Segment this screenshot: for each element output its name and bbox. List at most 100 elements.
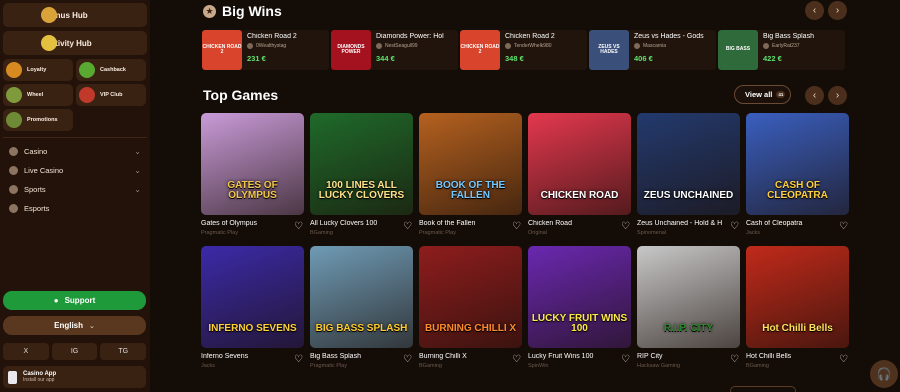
game-card[interactable]: LUCKY FRUIT WINS 100 Lucky Fruit Wins 10… <box>528 246 631 374</box>
game-card[interactable]: CHICKEN ROAD Chicken Road Original ♡ <box>528 113 631 241</box>
wheel-tile[interactable]: Wheel <box>3 84 73 106</box>
heart-icon[interactable]: ♡ <box>403 221 412 232</box>
cashback-tile[interactable]: Cashback <box>76 59 146 81</box>
chevron-down-icon: ⌄ <box>89 322 95 330</box>
game-provider: Jacks <box>201 363 216 369</box>
bonus-hub-button[interactable]: Bonus Hub <box>3 3 147 27</box>
chevron-down-icon: ⌄ <box>134 146 141 156</box>
next-arrow-button[interactable]: › <box>828 1 847 20</box>
win-amount: 406 € <box>634 54 653 63</box>
big-win-card[interactable]: CHICKEN ROAD 2 Chicken Road 2 TenderWhel… <box>460 30 587 70</box>
win-username: NestSeagull99 <box>385 43 418 49</box>
view-all-button[interactable]: View all 41 <box>734 85 792 104</box>
vip-club-tile[interactable]: VIP Club <box>76 84 146 106</box>
nav-casino[interactable]: Casino ⌄ <box>3 142 147 160</box>
game-image[interactable]: CHICKEN ROAD <box>528 113 631 215</box>
win-game-name: Zeus vs Hades - Gods <box>634 33 704 40</box>
headset-support-button[interactable]: 🎧 <box>870 360 898 388</box>
win-game-name: Chicken Road 2 <box>505 33 555 40</box>
top-games-grid: GATES OF OLYMPUS Gates of Olympus Pragma… <box>201 113 849 374</box>
game-provider: Spinomenal <box>637 230 667 236</box>
game-card[interactable]: R.I.P. CITY RIP City Hacksaw Gaming ♡ <box>637 246 740 374</box>
game-image[interactable]: BIG BASS SPLASH <box>310 246 413 348</box>
promotions-tile[interactable]: Promotions <box>3 109 73 131</box>
support-label: Support <box>64 296 96 305</box>
nav-sports-label: Sports <box>24 184 46 194</box>
nav-sports[interactable]: Sports ⌄ <box>3 180 147 198</box>
activity-hub-button[interactable]: Activity Hub <box>3 31 147 55</box>
nav-live-casino-label: Live Casino <box>24 165 64 175</box>
heart-icon[interactable]: ♡ <box>730 354 739 365</box>
heart-icon[interactable]: ♡ <box>512 354 521 365</box>
game-provider: Pragmatic Play <box>310 363 347 369</box>
game-title: Cash of Cleopatra <box>746 220 803 227</box>
game-logo: BURNING CHILLI X <box>424 323 517 334</box>
game-image[interactable]: ZEUS UNCHAINED <box>637 113 740 215</box>
nav-esports-label: Esports <box>24 203 50 213</box>
game-card[interactable]: CASH OF CLEOPATRA Cash of Cleopatra Jack… <box>746 113 849 241</box>
game-card[interactable]: BOOK OF THE FALLEN Book of the Fallen Pr… <box>419 113 522 241</box>
win-username: EarlyRat237 <box>772 43 800 49</box>
heart-icon[interactable]: ♡ <box>621 221 630 232</box>
game-card[interactable]: BIG BASS SPLASH Big Bass Splash Pragmati… <box>310 246 413 374</box>
casino-icon <box>9 146 18 156</box>
game-image[interactable]: R.I.P. CITY <box>637 246 740 348</box>
game-image[interactable]: INFERNO SEVENS <box>201 246 304 348</box>
heart-icon[interactable]: ♡ <box>403 354 412 365</box>
coin-stack-icon <box>41 7 57 23</box>
nav-live-casino[interactable]: Live Casino ⌄ <box>3 161 147 179</box>
cashback-label: Cashback <box>100 67 126 73</box>
game-image[interactable]: BURNING CHILLI X <box>419 246 522 348</box>
game-card[interactable]: 100 LINES ALL LUCKY CLOVERS All Lucky Cl… <box>310 113 413 241</box>
game-image[interactable]: Hot Chilli Bells <box>746 246 849 348</box>
wheel-icon <box>6 87 22 103</box>
game-image[interactable]: CASH OF CLEOPATRA <box>746 113 849 215</box>
prev-arrow-button[interactable]: ‹ <box>805 1 824 20</box>
next-section-button[interactable] <box>730 386 796 392</box>
game-provider: BGaming <box>310 230 333 236</box>
language-select[interactable]: English ⌄ <box>3 316 146 335</box>
view-all-label: View all <box>745 90 773 99</box>
big-win-card[interactable]: ZEUS VS HADES Zeus vs Hades - Gods Masca… <box>589 30 716 70</box>
big-wins-arrows: ‹ › <box>805 1 847 20</box>
big-win-card[interactable]: BIG BASS Big Bass Splash EarlyRat237 422… <box>718 30 845 70</box>
heart-icon[interactable]: ♡ <box>294 354 303 365</box>
game-card[interactable]: Hot Chilli Bells Hot Chilli Bells BGamin… <box>746 246 849 374</box>
casino-app-banner[interactable]: Casino App Install our app <box>3 366 146 388</box>
heart-icon[interactable]: ♡ <box>730 221 739 232</box>
game-card[interactable]: BURNING CHILLI X Burning Chilli X BGamin… <box>419 246 522 374</box>
game-title: Big Bass Splash <box>310 353 361 360</box>
win-amount: 231 € <box>247 54 266 63</box>
next-arrow-button[interactable]: › <box>828 86 847 105</box>
user-avatar-icon <box>247 43 253 49</box>
game-logo: R.I.P. CITY <box>663 323 714 334</box>
game-card[interactable]: ZEUS UNCHAINED Zeus Unchained - Hold & H… <box>637 113 740 241</box>
heart-icon[interactable]: ♡ <box>621 354 630 365</box>
social-links: X IG TG <box>3 343 147 360</box>
heart-icon[interactable]: ♡ <box>839 354 848 365</box>
support-button[interactable]: ● Support <box>3 291 146 310</box>
game-title: All Lucky Clovers 100 <box>310 220 378 227</box>
heart-icon[interactable]: ♡ <box>839 221 848 232</box>
nav-esports[interactable]: Esports <box>3 199 147 217</box>
loyalty-tile[interactable]: Loyalty <box>3 59 73 81</box>
game-image[interactable]: LUCKY FRUIT WINS 100 <box>528 246 631 348</box>
sidebar: Bonus Hub Activity Hub Loyalty Cashback … <box>0 0 150 392</box>
game-card[interactable]: INFERNO SEVENS Inferno Sevens Jacks ♡ <box>201 246 304 374</box>
telegram-icon[interactable]: TG <box>100 343 147 360</box>
game-image[interactable]: BOOK OF THE FALLEN <box>419 113 522 215</box>
prev-arrow-button[interactable]: ‹ <box>805 86 824 105</box>
game-image[interactable]: 100 LINES ALL LUCKY CLOVERS <box>310 113 413 215</box>
divider <box>3 137 147 138</box>
game-logo: BOOK OF THE FALLEN <box>435 180 506 201</box>
instagram-icon[interactable]: IG <box>51 343 98 360</box>
big-win-card[interactable]: CHICKEN ROAD 2 Chicken Road 2 0Wealthyst… <box>202 30 329 70</box>
wheel-label: Wheel <box>27 92 44 98</box>
gamepad-icon <box>9 203 18 213</box>
game-card[interactable]: GATES OF OLYMPUS Gates of Olympus Pragma… <box>201 113 304 241</box>
big-win-card[interactable]: DIAMONDS POWER Diamonds Power: Hol NestS… <box>331 30 458 70</box>
game-image[interactable]: GATES OF OLYMPUS <box>201 113 304 215</box>
heart-icon[interactable]: ♡ <box>512 221 521 232</box>
x-social-icon[interactable]: X <box>3 343 49 360</box>
heart-icon[interactable]: ♡ <box>294 221 303 232</box>
